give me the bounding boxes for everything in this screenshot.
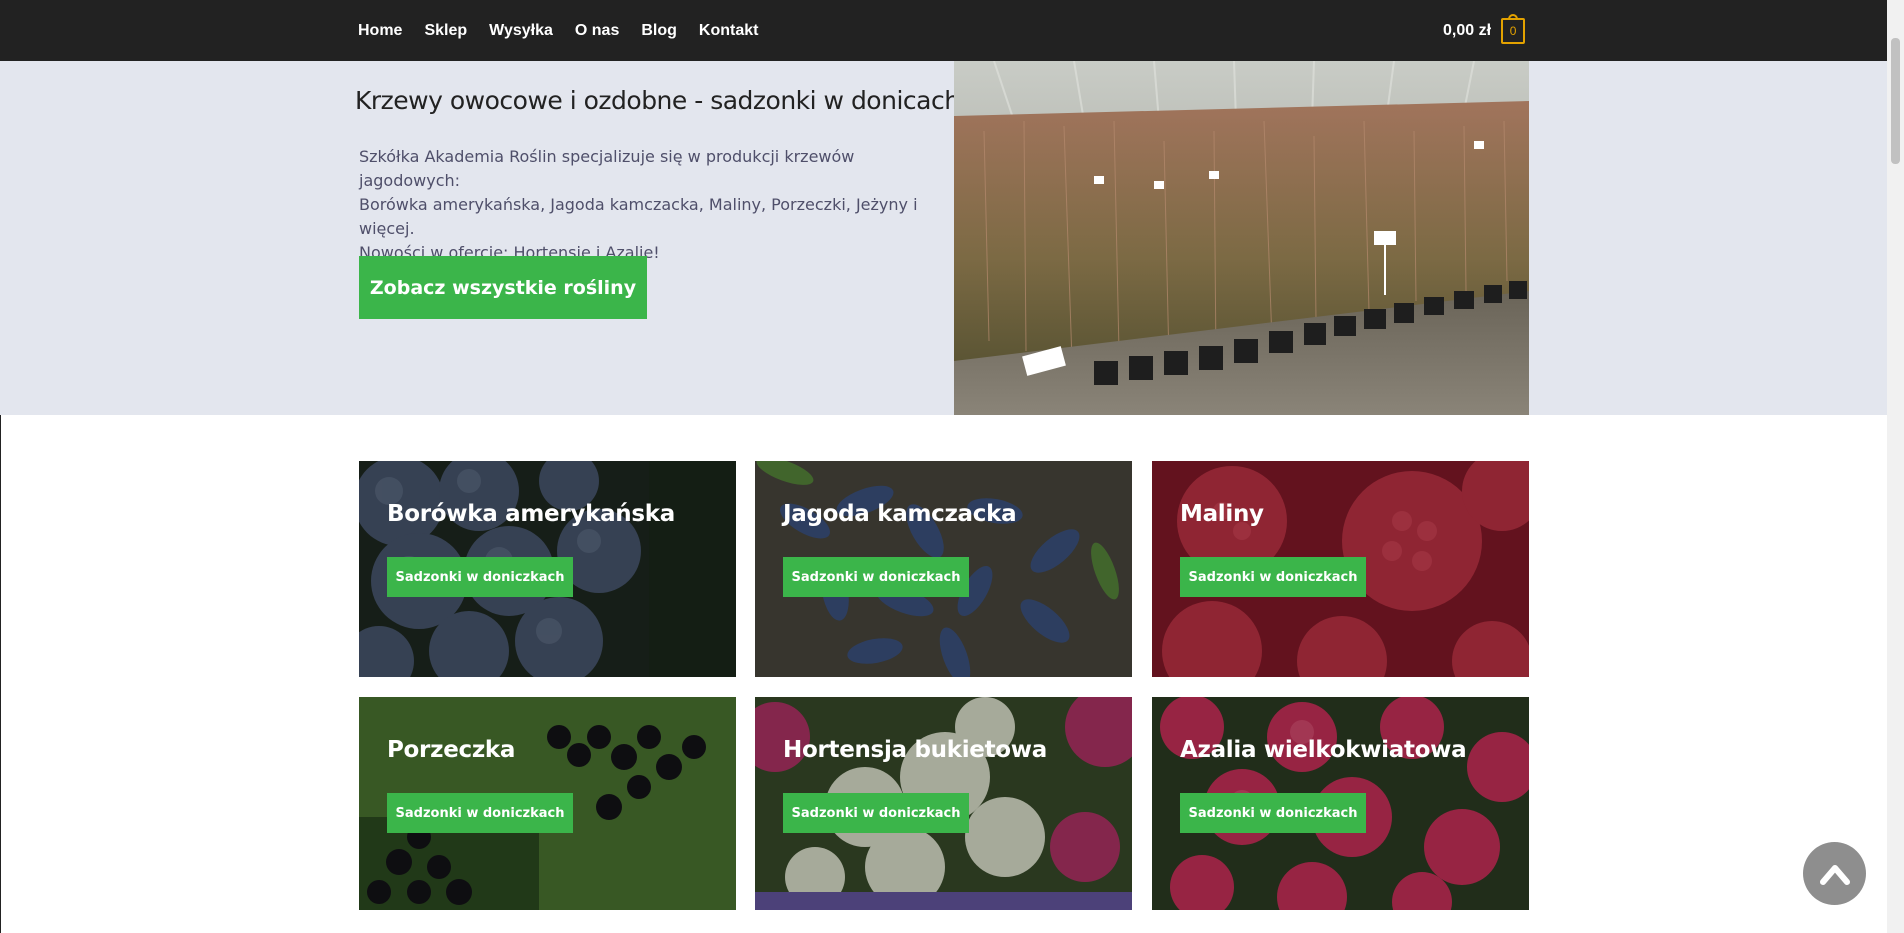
nav-item-kontakt[interactable]: Kontakt xyxy=(699,22,759,40)
cart-total[interactable]: 0,00 zł xyxy=(1443,22,1491,40)
hero-title: Krzewy owocowe i ozdobne - sadzonki w do… xyxy=(355,86,960,115)
tile-button[interactable]: Sadzonki w doniczkach xyxy=(387,793,573,833)
tile-button[interactable]: Sadzonki w doniczkach xyxy=(1180,793,1366,833)
chevron-up-icon xyxy=(1819,864,1850,885)
category-tile-porzeczka[interactable]: Porzeczka Sadzonki w doniczkach xyxy=(359,697,736,910)
nav-item-blog[interactable]: Blog xyxy=(641,22,677,40)
cart-icon[interactable]: 0 xyxy=(1501,13,1526,44)
back-to-top-button[interactable] xyxy=(1803,842,1866,905)
nursery-greenhouse-photo xyxy=(954,61,1529,415)
tile-button[interactable]: Sadzonki w doniczkach xyxy=(387,557,573,597)
cart-widget[interactable]: 0,00 zł 0 xyxy=(1443,0,1526,61)
tile-title: Porzeczka xyxy=(387,737,516,763)
page-scrollbar[interactable] xyxy=(1887,0,1904,933)
hero-text-line: Szkółka Akademia Roślin specjalizuje się… xyxy=(359,147,855,190)
category-tile-azalia[interactable]: Azalia wielkokwiatowa Sadzonki w doniczk… xyxy=(1152,697,1529,910)
main-menu: Home Sklep Wysyłka O nas Blog Kontakt xyxy=(358,0,780,61)
tile-button[interactable]: Sadzonki w doniczkach xyxy=(1180,557,1366,597)
tile-button[interactable]: Sadzonki w doniczkach xyxy=(783,793,969,833)
tile-title: Borówka amerykańska xyxy=(387,501,675,527)
see-all-plants-button[interactable]: Zobacz wszystkie rośliny xyxy=(359,256,647,319)
category-tile-borowka[interactable]: Borówka amerykańska Sadzonki w doniczkac… xyxy=(359,461,736,677)
nav-item-wysylka[interactable]: Wysyłka xyxy=(489,22,553,40)
category-tile-maliny[interactable]: Maliny Sadzonki w doniczkach xyxy=(1152,461,1529,677)
hero-text-line: Borówka amerykańska, Jagoda kamczacka, M… xyxy=(359,195,918,238)
nav-item-sklep[interactable]: Sklep xyxy=(424,22,467,40)
nav-item-home[interactable]: Home xyxy=(358,22,402,40)
top-navigation-bar: Home Sklep Wysyłka O nas Blog Kontakt 0,… xyxy=(0,0,1887,61)
tile-title: Azalia wielkokwiatowa xyxy=(1180,737,1467,763)
category-tile-jagoda-kamczacka[interactable]: Jagoda kamczacka Sadzonki w doniczkach xyxy=(755,461,1132,677)
tile-title: Maliny xyxy=(1180,501,1264,527)
scrollbar-thumb[interactable] xyxy=(1891,38,1900,164)
cart-count-badge: 0 xyxy=(1509,23,1517,38)
tile-button[interactable]: Sadzonki w doniczkach xyxy=(783,557,969,597)
category-tile-hortensja[interactable]: Hortensja bukietowa Sadzonki w doniczkac… xyxy=(755,697,1132,910)
content-left-border xyxy=(0,415,1,933)
tile-title: Jagoda kamczacka xyxy=(783,501,1017,527)
tile-title: Hortensja bukietowa xyxy=(783,737,1047,763)
hero-description: Szkółka Akademia Roślin specjalizuje się… xyxy=(359,145,919,265)
nav-item-o-nas[interactable]: O nas xyxy=(575,22,619,40)
